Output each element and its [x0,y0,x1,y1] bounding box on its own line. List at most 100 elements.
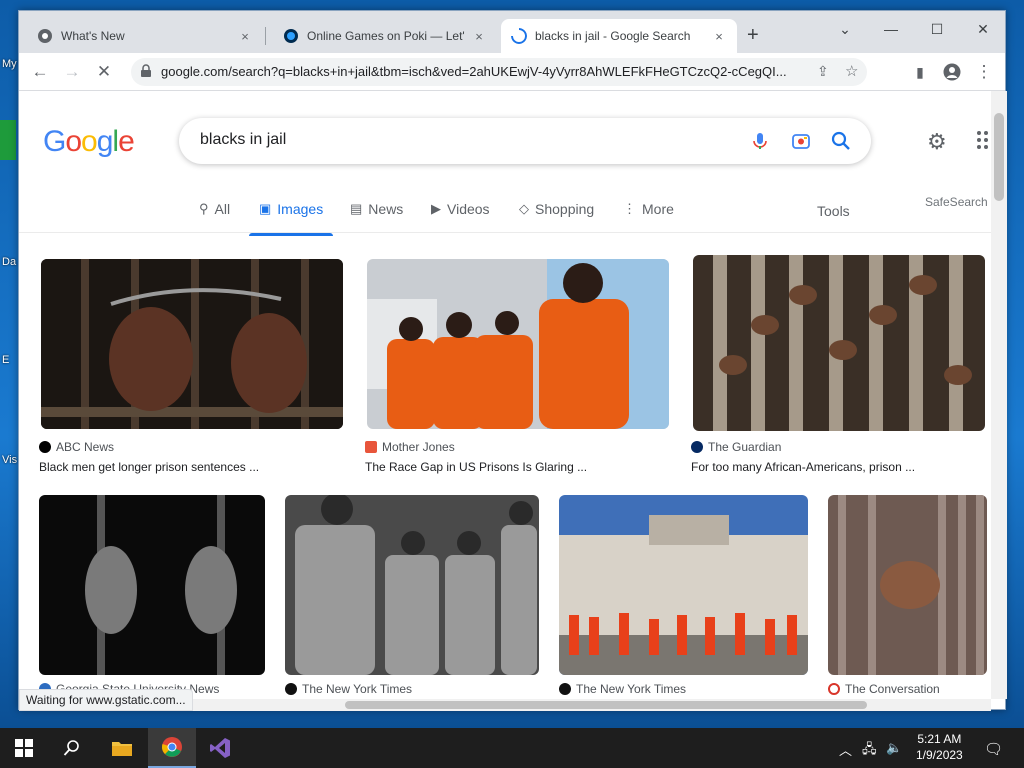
side-panel-button[interactable]: ▮ [907,59,933,85]
result-image[interactable] [559,495,808,675]
visual-studio-icon [210,738,230,758]
taskbar: ︿ 🖧 🔈 5:21 AM 1/9/2023 🗨 [0,728,1024,768]
desktop-icon-label[interactable]: E [2,354,9,366]
minimize-button[interactable]: — [868,15,914,43]
source-favicon-icon [828,683,840,695]
tab-all[interactable]: ⚲ All [199,201,230,217]
source-name: The New York Times [576,682,687,696]
tools-button[interactable]: Tools [817,203,850,219]
arrow-right-icon: → [63,62,81,81]
tab-news[interactable]: ▤ News [350,201,403,217]
start-button[interactable] [0,728,48,768]
close-tab-icon[interactable]: × [471,29,487,44]
back-button[interactable]: ← [27,59,53,85]
tab-poki[interactable]: Online Games on Poki — Let's pl × [273,19,497,53]
tab-label: blacks in jail - Google Search [535,29,691,43]
network-icon[interactable]: 🖧 [862,740,877,762]
search-icon[interactable] [830,130,852,152]
result-image[interactable] [39,495,265,675]
desktop-icon[interactable] [0,120,16,160]
search-input[interactable]: blacks in jail [200,131,286,149]
more-icon: ⋮ [623,201,636,216]
url-text: google.com/search?q=blacks+in+jail&tbm=i… [161,64,787,79]
search-box[interactable]: blacks in jail [179,118,871,164]
result-source[interactable]: The Guardian [691,440,781,454]
search-icon: ⚲ [199,201,209,216]
loading-spinner-icon [511,28,527,44]
vertical-scrollbar[interactable] [991,91,1007,699]
file-explorer-button[interactable] [98,728,146,768]
result-source[interactable]: Mother Jones [365,440,455,454]
stop-button[interactable]: ✕ [91,59,117,85]
tab-more[interactable]: ⋮ More [623,201,674,217]
chevron-up-icon[interactable]: ︿ [839,740,852,759]
browser-toolbar: ← → ✕ google.com/search?q=blacks+in+jail… [19,53,1005,91]
volume-icon[interactable]: 🔈 [886,740,902,756]
profile-button[interactable] [939,59,965,85]
new-tab-button[interactable]: + [747,25,759,45]
result-source[interactable]: ABC News [39,440,114,454]
share-icon[interactable]: ⇪ [817,63,829,80]
kebab-menu-icon: ⋮ [975,62,993,81]
source-favicon-icon [691,441,703,453]
scrollbar-thumb[interactable] [345,701,867,709]
tab-search-button[interactable]: ⌄ [822,15,868,43]
result-image[interactable] [367,259,669,429]
result-image[interactable] [828,495,987,675]
camera-lens-icon[interactable] [790,130,812,152]
notification-icon[interactable]: 🗨 [984,740,1003,758]
result-title[interactable]: Black men get longer prison sentences ..… [39,460,259,474]
source-name: The Guardian [708,440,782,454]
desktop-icon-label[interactable]: Vis [2,454,17,466]
forward-button[interactable]: → [59,59,85,85]
scrollbar-thumb[interactable] [994,113,1004,201]
tab-label: All [214,201,231,217]
poki-icon [284,29,298,43]
visual-studio-button[interactable] [196,728,244,768]
result-image[interactable] [693,255,985,431]
settings-gear-icon[interactable]: ⚙ [927,129,947,155]
desktop-icon-label[interactable]: My [2,58,17,70]
address-bar[interactable]: google.com/search?q=blacks+in+jail&tbm=i… [131,58,867,86]
microphone-icon[interactable] [749,130,771,152]
search-taskbar-button[interactable] [48,728,96,768]
status-bar: Waiting for www.gstatic.com... [19,689,193,711]
menu-button[interactable]: ⋮ [971,59,997,85]
star-icon[interactable]: ☆ [845,62,858,80]
result-title[interactable]: The Race Gap in US Prisons Is Glaring ..… [365,460,587,474]
folder-icon [112,742,132,756]
safesearch-button[interactable]: SafeSearch [925,195,988,209]
tab-google-search[interactable]: blacks in jail - Google Search × [501,19,737,53]
system-clock[interactable]: 5:21 AM 1/9/2023 [916,731,963,763]
search-results-page: Google blacks in jail ⚙ ⚲ All ▣ Images ▤ Ne… [19,91,991,699]
windows-logo-icon [15,739,33,757]
result-image[interactable] [285,495,539,675]
chrome-icon [38,29,52,43]
maximize-button[interactable]: ☐ [914,15,960,43]
search-icon [63,740,79,756]
result-image[interactable] [41,259,343,429]
close-icon: ✕ [96,62,112,81]
tab-images[interactable]: ▣ Images [248,201,334,236]
close-window-button[interactable]: ✕ [960,15,1006,43]
chrome-taskbar-button[interactable] [148,728,196,768]
image-icon: ▣ [259,201,272,216]
source-name: The Conversation [845,682,940,696]
close-tab-icon[interactable]: × [237,29,253,44]
tab-videos[interactable]: ▶ Videos [431,201,490,217]
desktop-icon-label[interactable]: Da [2,256,16,268]
result-source[interactable]: The New York Times [559,682,686,696]
result-title[interactable]: For too many African-Americans, prison .… [691,460,915,474]
clock-time: 5:21 AM [917,732,962,746]
avatar-icon [943,63,961,81]
result-source[interactable]: The New York Times [285,682,412,696]
tab-separator [265,27,266,45]
close-tab-icon[interactable]: × [711,29,727,44]
google-logo[interactable]: Google [43,125,135,159]
news-icon: ▤ [350,201,363,216]
tag-icon: ◇ [519,201,529,216]
apps-grid-icon[interactable] [977,131,991,149]
tab-shopping[interactable]: ◇ Shopping [519,201,594,217]
tab-whats-new[interactable]: What's New × [27,19,263,53]
result-source[interactable]: The Conversation [828,682,940,696]
